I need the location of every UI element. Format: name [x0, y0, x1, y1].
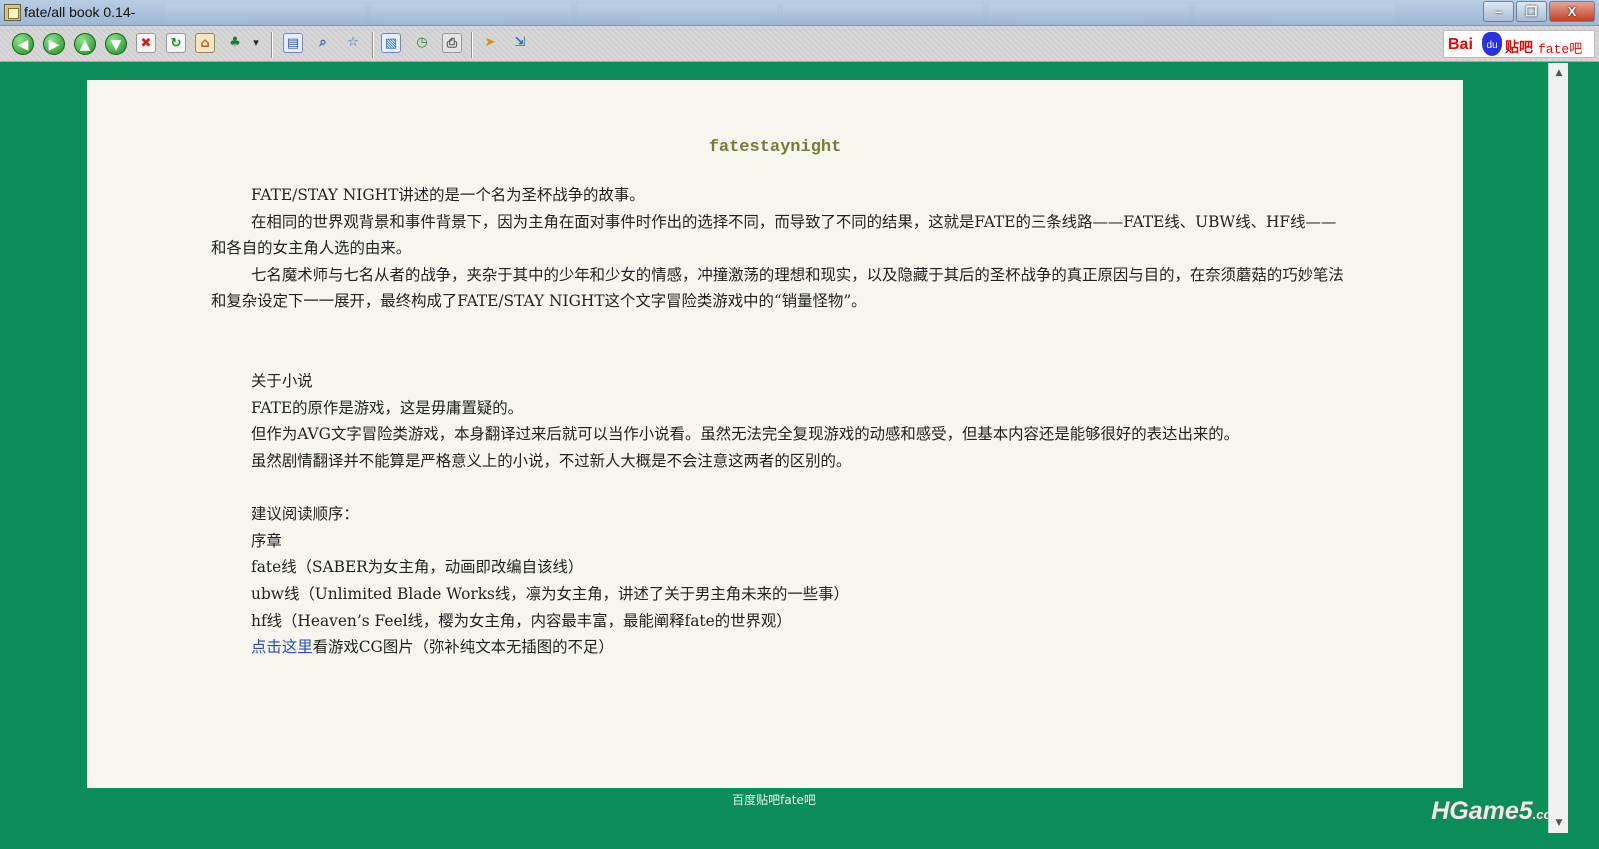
title-bar: fate/all book 0.14- – ❐ X: [0, 0, 1599, 26]
page-title: fatestaynight: [708, 138, 842, 157]
app-icon: [4, 4, 21, 21]
background-windows: [165, 4, 1395, 22]
image-icon[interactable]: ▧: [381, 33, 401, 53]
paragraph-intro: FATE/STAY NIGHT讲述的是一个名为圣杯战争的故事。: [251, 186, 645, 204]
down-icon[interactable]: ▼: [105, 33, 127, 55]
panel-icon[interactable]: ▤: [283, 33, 303, 53]
window-title: fate/all book 0.14-: [24, 4, 136, 20]
ghost-tab: [577, 4, 777, 22]
order-item-hf: hf线（Heaven’s Feel线，樱为女主角，内容最丰富，最能阐释fate的…: [251, 611, 792, 630]
back-icon[interactable]: ◀: [12, 33, 34, 55]
order-heading: 建议阅读顺序：: [251, 505, 359, 524]
forward-icon[interactable]: ▶: [43, 33, 65, 55]
ghost-tab: [371, 4, 571, 22]
exit-icon[interactable]: ⇲: [510, 33, 530, 53]
window-controls: – ❐ X: [1483, 1, 1595, 22]
ghost-tab: [783, 4, 983, 22]
footer-text: 百度贴吧fate吧: [732, 793, 816, 807]
toolbar-separator: [471, 32, 472, 58]
print-icon[interactable]: ⎙: [442, 33, 462, 53]
watermark: HGame5.com: [1431, 797, 1563, 826]
article-body: FATE/STAY NIGHT讲述的是一个名为圣杯战争的故事。 在相同的世界观背…: [211, 182, 1346, 661]
tree-icon[interactable]: ♣: [225, 33, 245, 53]
refresh-icon[interactable]: ↻: [166, 33, 186, 53]
vertical-scrollbar[interactable]: ▲ ▼: [1548, 63, 1568, 833]
tieba-label: 贴吧: [1505, 39, 1533, 55]
ghost-tab: [989, 4, 1189, 22]
watermark-main: HGame5: [1431, 797, 1533, 825]
cg-link-suffix: 看游戏CG图片（弥补纯文本无插图的不足）: [312, 638, 614, 657]
forum-label: fate吧: [1538, 42, 1583, 57]
cg-link[interactable]: 点击这里: [251, 638, 313, 656]
order-item-prologue: 序章: [251, 531, 282, 550]
minimize-button[interactable]: –: [1483, 1, 1514, 22]
toolbar-separator: [271, 32, 272, 58]
history-icon[interactable]: ◷: [412, 33, 432, 53]
cg-link-line: 点击这里看游戏CG图片（弥补纯文本无插图的不足）: [211, 634, 1346, 661]
about-heading: 关于小说: [251, 372, 313, 391]
toolbar-separator: [372, 32, 373, 58]
home-icon[interactable]: ⌂: [195, 33, 215, 53]
up-icon[interactable]: ▲: [74, 33, 96, 55]
scroll-up-icon[interactable]: ▲: [1549, 65, 1569, 81]
paragraph-translation: 虽然剧情翻译并不能算是严格意义上的小说，不过新人大概是不会注意这两者的区别的。: [251, 451, 852, 470]
window-border: [1568, 63, 1599, 849]
ghost-tab: [1195, 4, 1395, 22]
order-item-fate: fate线（SABER为女主角，动画即改编自该线）: [251, 558, 584, 577]
chevron-down-icon[interactable]: ▾: [250, 33, 262, 53]
content-page: fatestaynight FATE/STAY NIGHT讲述的是一个名为圣杯战…: [87, 80, 1463, 788]
favorites-icon[interactable]: ☆: [343, 33, 363, 53]
paragraph-war: 七名魔术师与七名从者的战争，夹杂于其中的少年和少女的情感，冲撞激荡的理想和现实，…: [211, 265, 1344, 311]
search-icon[interactable]: ⌕: [313, 33, 333, 53]
ghost-tab: [165, 4, 365, 22]
baidu-tieba-logo[interactable]: Bai du 贴吧 fate吧: [1443, 30, 1595, 58]
baidu-paw-icon: du: [1482, 32, 1502, 56]
paragraph-origin: FATE的原作是游戏，这是毋庸置疑的。: [251, 398, 524, 417]
order-item-ubw: ubw线（Unlimited Blade Works线，凛为女主角，讲述了关于男…: [251, 584, 849, 603]
pointer-icon[interactable]: ➤: [480, 33, 500, 53]
restore-button[interactable]: ❐: [1516, 1, 1547, 22]
stop-icon[interactable]: ✖: [136, 33, 156, 53]
scroll-down-icon[interactable]: ▼: [1549, 815, 1569, 831]
toolbar: ◀ ▶ ▲ ▼ ✖ ↻ ⌂ ♣ ▾ ▤ ⌕ ☆ ▧ ◷ ⎙ ➤ ⇲ Bai du…: [0, 26, 1599, 62]
baidu-logo-text: Bai: [1448, 36, 1473, 53]
paragraph-avg: 但作为AVG文字冒险类游戏，本身翻译过来后就可以当作小说看。虽然无法完全复现游戏…: [251, 425, 1240, 444]
paragraph-routes: 在相同的世界观背景和事件背景下，因为主角在面对事件时作出的选择不同，而导致了不同…: [211, 212, 1337, 258]
close-button[interactable]: X: [1549, 1, 1595, 22]
